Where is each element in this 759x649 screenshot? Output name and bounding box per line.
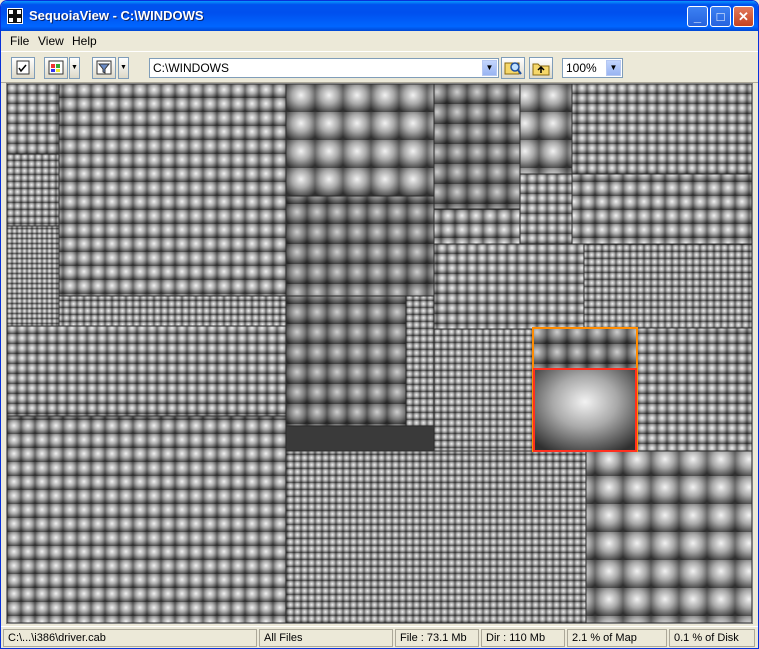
menu-help[interactable]: Help [72, 34, 97, 48]
menu-file[interactable]: File [10, 34, 29, 48]
treemap-cell[interactable] [405, 295, 435, 427]
treemap-cell[interactable] [433, 84, 521, 210]
treemap-cell[interactable] [7, 84, 60, 155]
treemap-cell[interactable] [571, 173, 752, 245]
options-button[interactable] [11, 57, 35, 79]
toolbar: ▼ ▼ C:\WINDOWS ▼ 100% ▼ [1, 51, 758, 83]
selected-file-cell[interactable] [534, 369, 636, 451]
treemap-cell[interactable] [433, 328, 534, 452]
maximize-button[interactable]: □ [710, 6, 731, 27]
treemap-cell[interactable] [7, 325, 287, 417]
treemap-cell[interactable] [433, 243, 585, 330]
treemap-cell[interactable] [58, 84, 287, 297]
treemap-cell[interactable] [571, 84, 752, 175]
status-file-size: File : 73.1 Mb [395, 629, 479, 647]
sequoiaview-window: SequoiaView - C:\WINDOWS _ □ ✕ File View… [0, 0, 759, 649]
minimize-button[interactable]: _ [687, 6, 708, 27]
treemap-canvas[interactable] [7, 84, 752, 623]
status-filter: All Files [259, 629, 393, 647]
filter-button[interactable] [92, 57, 116, 79]
filter-dropdown[interactable]: ▼ [118, 57, 129, 79]
color-scheme-dropdown[interactable]: ▼ [69, 57, 80, 79]
treemap-cells [7, 84, 752, 623]
zoom-dropdown-button[interactable]: ▼ [606, 60, 621, 76]
dropdown-arrow-icon: ▼ [71, 64, 78, 71]
color-scheme-icon [48, 60, 64, 75]
treemap-view[interactable] [6, 83, 753, 624]
treemap-cell[interactable] [7, 415, 287, 623]
color-scheme-button[interactable] [44, 57, 68, 79]
treemap-cell[interactable] [7, 225, 60, 327]
treemap-cell[interactable] [583, 243, 752, 330]
menu-view[interactable]: View [38, 34, 64, 48]
treemap-cell[interactable] [285, 450, 587, 623]
treemap-cell[interactable] [636, 327, 752, 452]
status-percent-map: 2.1 % of Map [567, 629, 667, 647]
status-percent-disk: 0.1 % of Disk [669, 629, 755, 647]
treemap-cell[interactable] [285, 195, 435, 297]
status-path: C:\...\i386\driver.cab [3, 629, 257, 647]
window-title: SequoiaView - C:\WINDOWS [29, 8, 204, 23]
zoom-value: 100% [566, 61, 597, 75]
treemap-cell[interactable] [7, 153, 60, 227]
folder-up-button[interactable] [529, 57, 553, 79]
status-bar: C:\...\i386\driver.cab All Files File : … [1, 626, 758, 648]
browse-button[interactable] [501, 57, 525, 79]
treemap-cell[interactable] [519, 173, 573, 245]
filter-icon [96, 60, 112, 75]
app-icon [7, 8, 23, 24]
address-combobox[interactable]: C:\WINDOWS ▼ [149, 58, 499, 78]
address-dropdown-button[interactable]: ▼ [482, 60, 497, 76]
options-icon [16, 60, 30, 75]
status-dir-size: Dir : 110 Mb [481, 629, 565, 647]
treemap-cell[interactable] [285, 84, 435, 197]
treemap-cell[interactable] [585, 450, 752, 623]
treemap-cell[interactable] [519, 84, 573, 175]
zoom-combobox[interactable]: 100% ▼ [562, 58, 623, 78]
folder-up-icon [532, 63, 550, 76]
close-button[interactable]: ✕ [733, 6, 754, 27]
treemap-cell[interactable] [532, 327, 638, 370]
menu-bar: File View Help [1, 31, 758, 51]
treemap-cell[interactable] [58, 295, 287, 327]
browse-icon [504, 62, 522, 75]
address-value: C:\WINDOWS [153, 61, 229, 75]
dropdown-arrow-icon: ▼ [120, 64, 127, 71]
treemap-cell[interactable] [285, 295, 407, 427]
title-bar[interactable]: SequoiaView - C:\WINDOWS _ □ ✕ [1, 1, 758, 31]
